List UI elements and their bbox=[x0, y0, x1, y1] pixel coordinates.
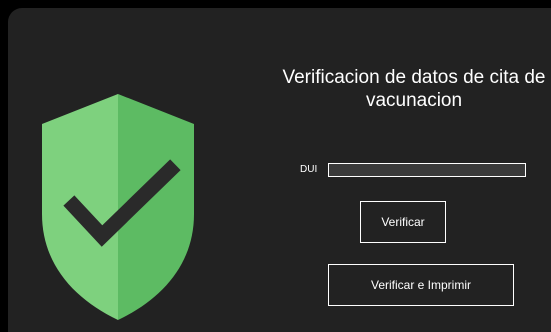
dui-label: DUI bbox=[300, 164, 318, 175]
dui-input[interactable] bbox=[328, 163, 526, 177]
app-window: Verificacion de datos de cita de vacunac… bbox=[8, 8, 551, 332]
verify-button[interactable]: Verificar bbox=[360, 201, 446, 243]
page-title: Verificacion de datos de cita de vacunac… bbox=[282, 67, 546, 111]
shield-check-icon bbox=[42, 94, 194, 320]
verify-print-button[interactable]: Verificar e Imprimir bbox=[328, 264, 514, 306]
